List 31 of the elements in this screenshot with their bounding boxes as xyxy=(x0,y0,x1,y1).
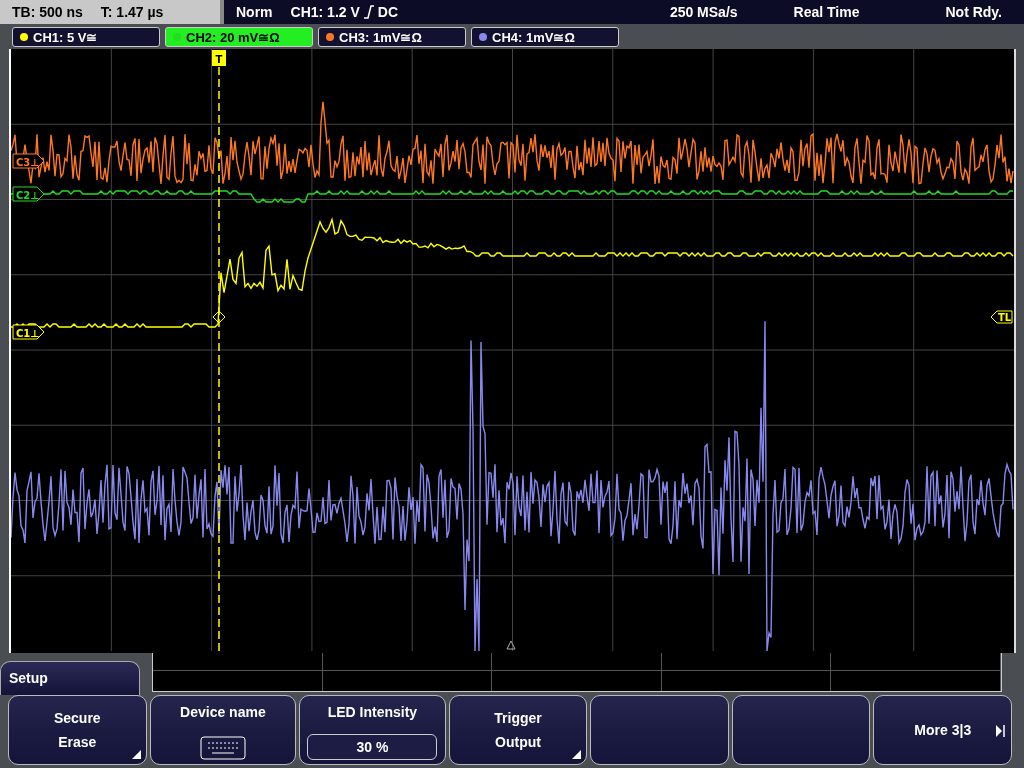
trigger-point-icon xyxy=(212,310,225,324)
value-field[interactable]: 30 % xyxy=(307,734,438,760)
trigger-level-marker[interactable]: TL xyxy=(990,310,1012,324)
led-intensity-softkey[interactable]: LED Intensity 30 % xyxy=(299,695,446,765)
empty-softkey[interactable] xyxy=(590,695,729,765)
timebase-label: TB: 500 ns xyxy=(12,4,83,20)
channel-offset-marker[interactable]: C3⊥ xyxy=(12,153,44,169)
menu-softkey[interactable]: Trigger Output xyxy=(448,695,588,765)
trigger-mode-label: Norm xyxy=(236,4,273,20)
acquisition-mode-label: Real Time xyxy=(793,4,860,20)
empty-softkey[interactable] xyxy=(731,695,871,765)
trigger-offset-icon xyxy=(506,640,515,650)
next-arrow-icon xyxy=(995,724,1006,738)
trigger-level-label: CH1: 1.2 V xyxy=(290,4,360,20)
channel-tab[interactable]: CH2: 20 mV≅Ω xyxy=(165,27,313,47)
coupling-label: DC xyxy=(377,4,399,20)
device-name-softkey[interactable]: Device name xyxy=(149,695,297,765)
trigger-time-label: T: 1.47 µs xyxy=(100,4,164,20)
sample-rate-label: 250 MSa/s xyxy=(669,4,738,20)
submenu-corner-icon xyxy=(131,750,141,759)
channel-tab[interactable]: CH4: 1mV≅Ω xyxy=(471,27,619,47)
acquisition-status-label: Not Rdy. xyxy=(945,4,1002,20)
menu-softkey[interactable]: Secure Erase xyxy=(8,695,147,765)
channel-tab[interactable]: CH3: 1mV≅Ω xyxy=(318,27,466,47)
rising-edge-icon xyxy=(362,5,375,19)
channel-tab[interactable]: CH1: 5 V≅ xyxy=(12,27,160,47)
more-softkey[interactable]: More 3|3 xyxy=(873,695,1013,765)
keyboard-icon xyxy=(199,736,246,760)
channel-offset-marker[interactable]: C2⊥ xyxy=(12,186,44,202)
channel-offset-marker[interactable]: C1⊥ xyxy=(12,324,44,340)
submenu-corner-icon xyxy=(572,750,582,759)
